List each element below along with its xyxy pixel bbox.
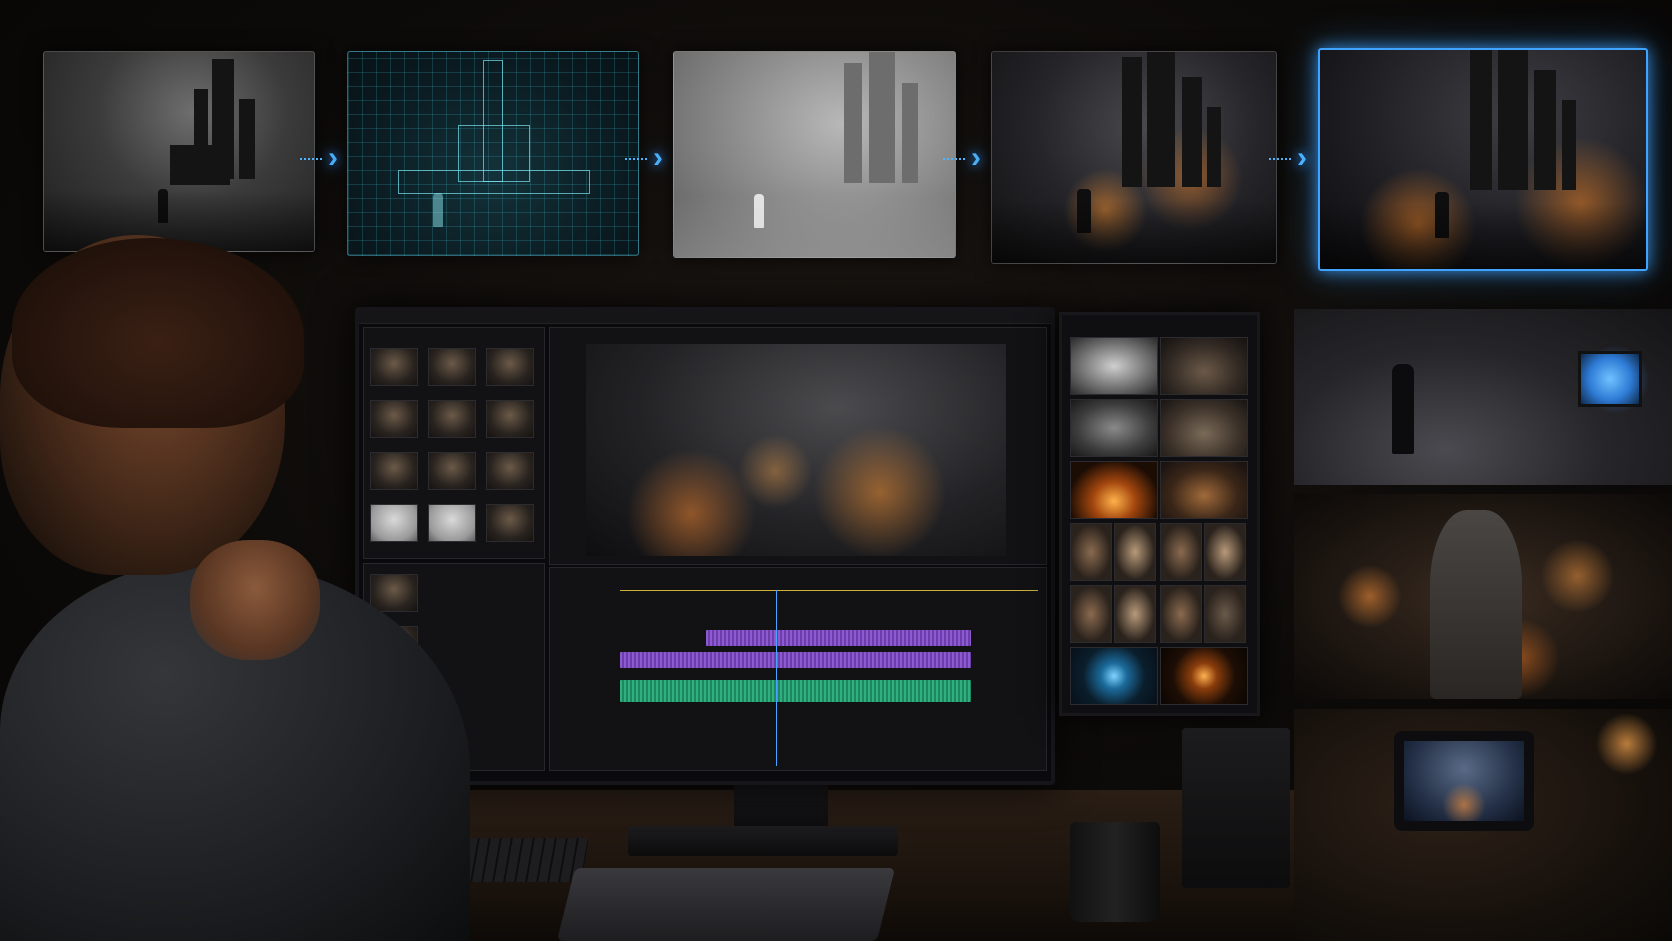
character-pose-asset[interactable]	[1160, 585, 1202, 643]
spire-shape	[902, 83, 918, 184]
program-monitor-panel	[549, 327, 1047, 565]
fire-figure-asset[interactable]	[1160, 461, 1248, 519]
sunset-asset[interactable]	[1070, 461, 1158, 519]
camera-viewfinder-tile[interactable]	[1294, 709, 1672, 941]
spire-shape	[1147, 52, 1175, 188]
character-pose-asset[interactable]	[1204, 585, 1246, 643]
timeline-track-video-2[interactable]	[706, 630, 971, 646]
chevron-right-icon: ›	[943, 141, 991, 174]
menu-bar[interactable]	[359, 311, 1051, 324]
spire-shape	[239, 99, 255, 180]
rubble-asset[interactable]	[1160, 399, 1248, 457]
media-bin-panel	[363, 327, 545, 559]
clip-thumbnail[interactable]	[370, 574, 418, 612]
spire-shape	[1534, 70, 1556, 191]
media-thumbnail[interactable]	[486, 452, 534, 490]
media-thumbnail[interactable]	[370, 348, 418, 386]
media-thumbnail[interactable]	[370, 452, 418, 490]
media-thumbnail[interactable]	[370, 400, 418, 438]
character-pose-asset[interactable]	[1070, 523, 1112, 581]
timeline-track-video-1[interactable]	[620, 652, 971, 668]
timeline-track-audio[interactable]	[620, 680, 971, 702]
character-pose-asset[interactable]	[1204, 523, 1246, 581]
dust-asset[interactable]	[1070, 399, 1158, 457]
chevron-right-icon: ›	[300, 141, 348, 174]
media-thumbnail[interactable]	[428, 504, 476, 542]
spire-shape	[1470, 50, 1492, 191]
spire-shape	[1122, 57, 1142, 188]
pipeline-stage-lit[interactable]	[991, 51, 1277, 264]
camera-monitor-screen	[1578, 351, 1642, 407]
ground-shade	[674, 195, 955, 257]
coffee-mug	[1070, 822, 1160, 922]
spire-shape	[1207, 107, 1221, 188]
media-thumbnail[interactable]	[486, 400, 534, 438]
rock-asset[interactable]	[1160, 337, 1248, 395]
media-thumbnail[interactable]	[370, 504, 418, 542]
character-pose-asset[interactable]	[1114, 523, 1156, 581]
mocap-stage-tile[interactable]	[1294, 309, 1672, 485]
mountain-shape	[170, 145, 230, 186]
program-viewer[interactable]	[586, 344, 1006, 556]
spire-shape	[1182, 77, 1202, 188]
spark-asset[interactable]	[1160, 647, 1248, 705]
character-pose-asset[interactable]	[1070, 585, 1112, 643]
character-pose-asset[interactable]	[1160, 523, 1202, 581]
media-thumbnail[interactable]	[486, 504, 534, 542]
character-silhouette	[1430, 510, 1522, 699]
character-closeup-tile[interactable]	[1294, 494, 1672, 699]
figure-silhouette	[433, 192, 443, 227]
timeline-panel	[549, 567, 1047, 771]
person-hand	[190, 540, 320, 660]
ground-shade	[992, 199, 1276, 263]
chevron-right-icon: ›	[625, 141, 673, 174]
asset-library-panel	[1059, 312, 1260, 716]
wireframe-terrain	[398, 170, 590, 195]
speaker	[1182, 728, 1290, 888]
camera-body	[1394, 731, 1534, 831]
spire-shape	[844, 63, 862, 184]
media-thumbnail[interactable]	[486, 348, 534, 386]
pipeline-stage-final[interactable]	[1318, 48, 1648, 271]
monitor-stand-base	[628, 826, 898, 856]
monitor-stand	[734, 780, 828, 830]
drawing-tablet	[556, 868, 896, 941]
person-hair	[12, 238, 304, 428]
media-thumbnail[interactable]	[428, 348, 476, 386]
smoke-asset[interactable]	[1070, 337, 1158, 395]
timeline-ruler[interactable]	[620, 590, 1038, 591]
media-thumbnail[interactable]	[428, 400, 476, 438]
timeline-playhead[interactable]	[776, 590, 777, 766]
mocap-performer	[1392, 364, 1414, 454]
spire-shape	[1562, 100, 1576, 191]
character-pose-asset[interactable]	[1114, 585, 1156, 643]
media-thumbnail[interactable]	[428, 452, 476, 490]
pipeline-stage-wireframe[interactable]	[347, 51, 639, 256]
chevron-right-icon: ›	[1269, 141, 1317, 174]
viewfinder-screen	[1404, 741, 1524, 821]
ground-shade	[1320, 203, 1646, 269]
pipeline-stage-greyscale[interactable]	[673, 51, 956, 258]
pipeline-stage-concept[interactable]	[43, 51, 315, 252]
portal-asset[interactable]	[1070, 647, 1158, 705]
spire-shape	[869, 52, 895, 184]
spire-shape	[1498, 50, 1528, 191]
